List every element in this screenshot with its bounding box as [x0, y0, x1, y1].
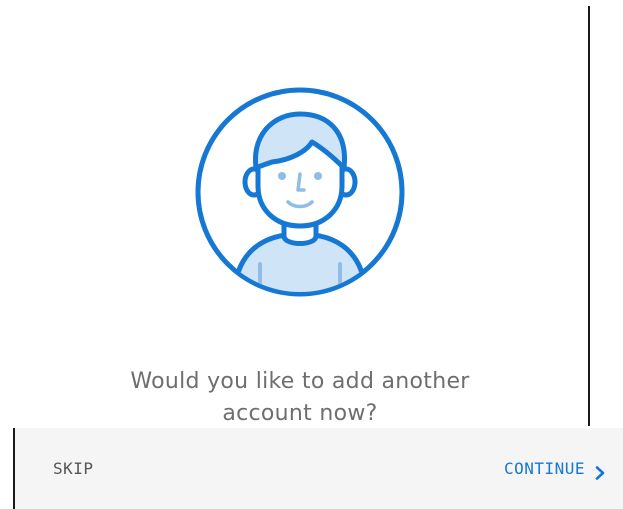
chevron-right-icon: [593, 462, 607, 480]
continue-button[interactable]: CONTINUE: [504, 456, 607, 482]
prompt-line-2: account now?: [222, 401, 378, 426]
add-account-screen: Would you like to add another account no…: [0, 0, 623, 509]
vertical-divider: [588, 6, 590, 426]
add-account-prompt: Would you like to add another account no…: [40, 366, 560, 430]
continue-label: CONTINUE: [503, 459, 585, 478]
user-avatar-icon: [194, 86, 406, 298]
prompt-line-1: Would you like to add another: [130, 369, 470, 394]
footer-bar: SKIP CONTINUE: [15, 428, 623, 509]
skip-button[interactable]: SKIP: [53, 456, 94, 482]
